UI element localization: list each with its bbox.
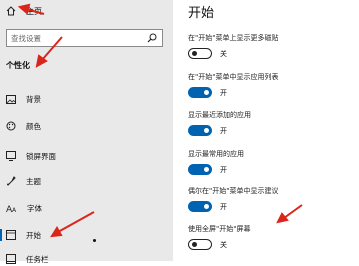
arrow-icon <box>276 204 303 224</box>
arrow-icon <box>35 36 63 68</box>
annotation-arrows <box>17 3 303 238</box>
arrow-icon <box>17 3 45 15</box>
arrow-icon <box>50 211 95 238</box>
